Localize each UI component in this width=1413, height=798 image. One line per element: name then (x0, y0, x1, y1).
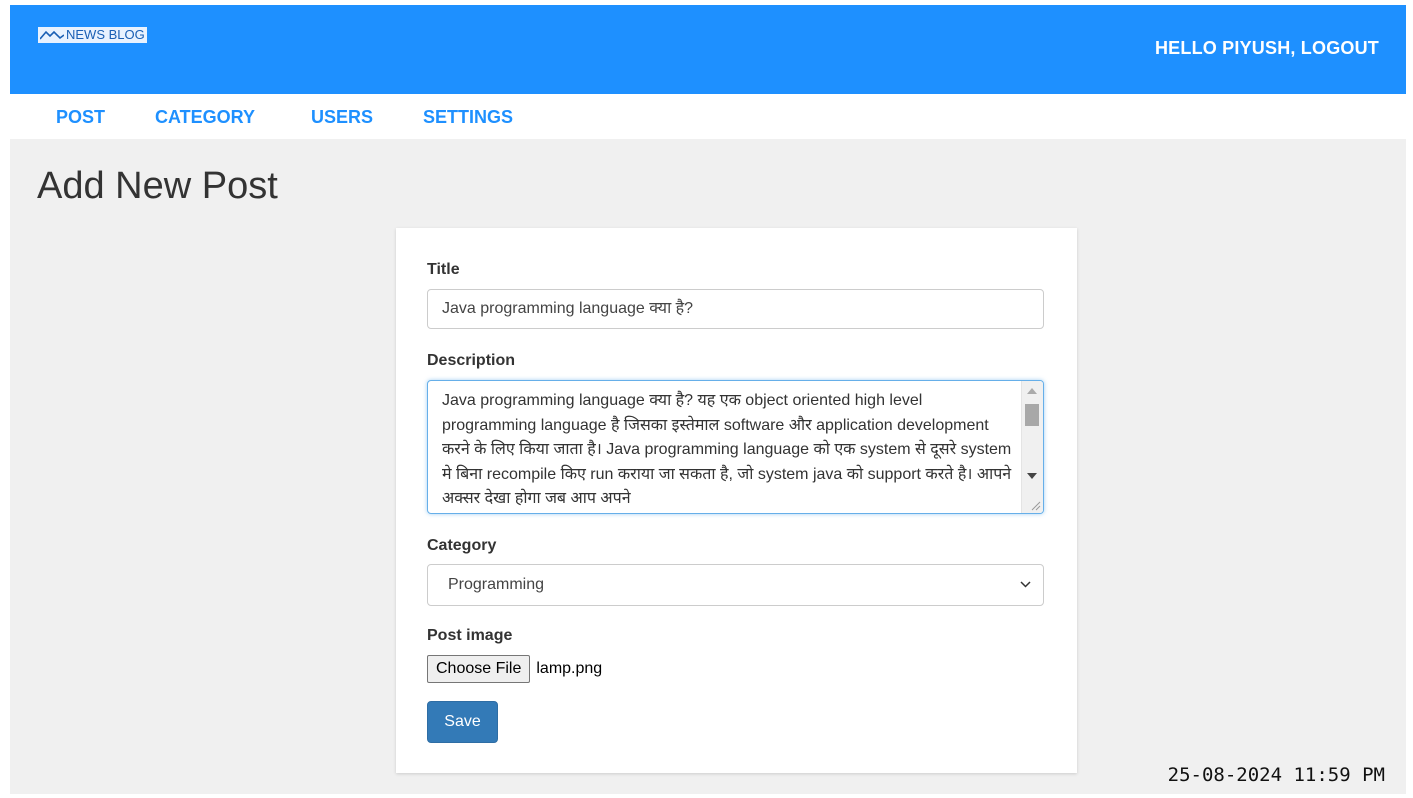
main-content: Add New Post Title Java programming lang… (10, 139, 1406, 794)
nav-item-users[interactable]: USERS (311, 107, 373, 128)
description-scrollbar[interactable] (1021, 381, 1043, 513)
category-selected-value: Programming (448, 576, 545, 593)
main-nav: POST CATEGORY USERS SETTINGS (10, 94, 1406, 139)
file-input: Choose File lamp.png (427, 655, 602, 683)
chevron-down-icon (1020, 581, 1031, 588)
clock-timestamp: 25-08-2024 11:59 PM (1167, 764, 1385, 786)
category-label: Category (427, 537, 497, 554)
description-text: Java programming language क्या है? यह एक… (442, 392, 1012, 507)
nav-item-category[interactable]: CATEGORY (155, 107, 255, 128)
save-button[interactable]: Save (427, 701, 498, 743)
choose-file-button[interactable]: Choose File (427, 655, 531, 683)
page-title: Add New Post (37, 165, 278, 207)
mountain-logo-icon (40, 30, 64, 40)
description-label: Description (427, 352, 516, 369)
title-label: Title (427, 261, 460, 278)
nav-item-post[interactable]: POST (56, 107, 105, 128)
logout-link[interactable]: HELLO PIYUSH, LOGOUT (1155, 38, 1379, 59)
post-image-label: Post image (427, 627, 513, 644)
nav-item-settings[interactable]: SETTINGS (423, 107, 513, 128)
news-blog-logo[interactable]: NEWS BLOG (38, 27, 147, 43)
top-header: NEWS BLOG HELLO PIYUSH, LOGOUT (10, 5, 1406, 94)
logo-text: NEWS BLOG (66, 27, 145, 42)
description-textarea[interactable]: Java programming language क्या है? यह एक… (427, 380, 1044, 514)
scroll-up-arrow-icon[interactable] (1027, 388, 1037, 394)
category-select[interactable]: Programming (427, 564, 1044, 606)
scroll-down-arrow-icon[interactable] (1027, 473, 1037, 479)
add-post-form: Title Java programming language क्या है?… (396, 228, 1077, 773)
title-input[interactable]: Java programming language क्या है? (427, 289, 1044, 329)
resize-grip-icon[interactable] (1029, 499, 1041, 511)
selected-file-name: lamp.png (536, 660, 603, 677)
scroll-thumb[interactable] (1025, 404, 1039, 426)
